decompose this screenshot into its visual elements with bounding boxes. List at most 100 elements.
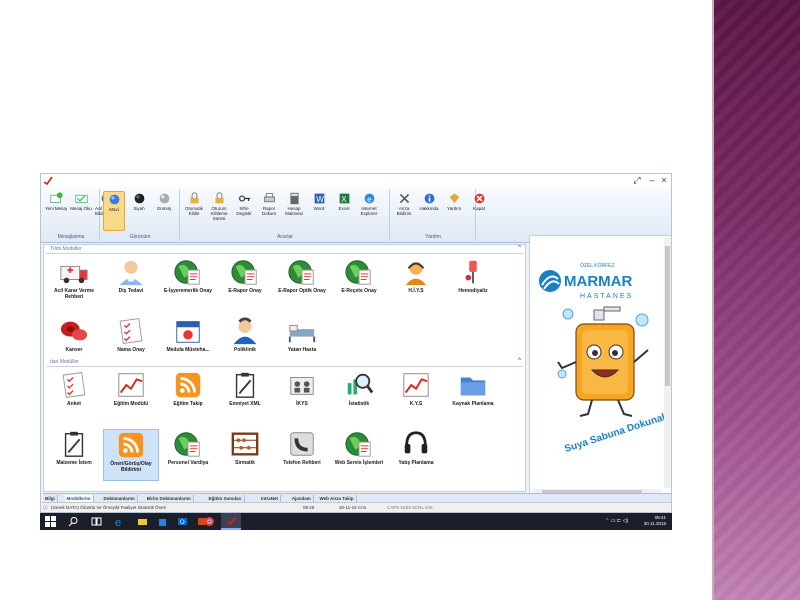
yeni-mesaj-button[interactable]: Yeni Mesaj (45, 191, 67, 231)
module-label: Diş Tedavi (118, 288, 144, 294)
module-sirmatik[interactable]: Sirmatik (217, 429, 273, 481)
rapor-dokum-button[interactable]: Rapor Dokum (258, 191, 280, 231)
ribbon-button-label: Arıza Bildirim (396, 206, 412, 216)
taskbar-active-app[interactable] (221, 513, 241, 530)
oturum-kilitleme-suresi-button[interactable]: Oturum Kilitleme Süresi (208, 191, 230, 231)
mavi-button[interactable]: Mavi (103, 191, 125, 231)
word-button[interactable]: W Word (308, 191, 330, 231)
collapse-section-button[interactable]: ^ (518, 358, 521, 364)
module-acil-karar-verme-rehberi[interactable]: Acil Karar Verme Rehberi (46, 257, 102, 309)
module-yatis-planlama[interactable]: Yatış Planlama (388, 429, 444, 481)
tooth-doctor-icon (119, 260, 143, 286)
module-label: Anket (67, 401, 81, 407)
module-label: Acil Karar Verme Rehberi (53, 288, 95, 300)
gumus-button[interactable]: Gümüş (153, 191, 175, 231)
module-anket[interactable]: Anket (46, 370, 102, 422)
restore-button[interactable]: ⤢ (631, 175, 643, 186)
lock-timeout-icon (214, 192, 224, 204)
module-label: İKYS (296, 401, 308, 407)
system-tray[interactable]: ⌃ ▭ ⊏ ◁) (605, 518, 628, 524)
ribbon-button-label: Oturum Kilitleme Süresi (210, 206, 228, 221)
headset-user-icon (405, 261, 427, 286)
module-oneri-gorus-olay-bildirimi[interactable]: Öneri/Görüş/Olay Bildirimi (103, 429, 159, 481)
module-istatistik[interactable]: İstatistik (331, 370, 387, 422)
read-message-icon (74, 194, 88, 203)
scrollbar-thumb[interactable] (665, 246, 670, 386)
file-explorer-icon[interactable] (137, 516, 148, 527)
tab-dokumanlarim[interactable]: Dokümanlarım (102, 495, 138, 502)
module-emniyet-xml[interactable]: Emniyet XML (217, 370, 273, 422)
line-chart-icon (118, 373, 144, 397)
module-telefon-rehberi[interactable]: Telefon Rehberi (274, 429, 330, 481)
tab-web-ariza-takip[interactable]: Web Arıza Takip (318, 495, 357, 502)
module-ikys[interactable]: İKYS (274, 370, 330, 422)
siyah-button[interactable]: Siyah (128, 191, 150, 231)
ribbon-button-label: Mesaj Oku (70, 206, 92, 211)
module-hemodiyaliz[interactable]: Hemodiyaliz (445, 257, 501, 309)
taskbar-clock[interactable]: 08:41 30.11.2015 (644, 515, 666, 527)
ariza-bildirim-button[interactable]: Arıza Bildirim (393, 191, 415, 231)
collapse-section-button[interactable]: ^ (518, 245, 521, 251)
globe-document-icon (288, 260, 314, 285)
sifre-degistir-button[interactable]: Sifre Degistir (233, 191, 255, 231)
store-icon[interactable] (157, 516, 168, 527)
module-label: Malzeme İstem (56, 460, 92, 466)
module-malzeme-istem[interactable]: Malzeme İstem (46, 429, 102, 481)
task-view-icon[interactable] (91, 516, 102, 527)
ribbon-group-label: Görünüm (129, 234, 151, 240)
module-label: Emniyet XML (229, 401, 261, 407)
module-e-isyeremerlik-onay[interactable]: E-İşyeremerlik Onay (160, 257, 216, 309)
module-e-recete-onay[interactable]: E-Reçete Onay (331, 257, 387, 309)
about-icon (424, 193, 434, 204)
hakkinda-button[interactable]: Hakkında (418, 191, 440, 231)
status-bar: ⓘ (Gerek DATA) Ölceklü Ve Ömeyild Faaliy… (41, 502, 671, 512)
search-icon[interactable] (68, 516, 79, 527)
module-label: Eğitim Takip (173, 401, 203, 407)
module-personel-vardiya[interactable]: Personel Vardiya (160, 429, 216, 481)
module-dis-tedavi[interactable]: Diş Tedavi (103, 257, 159, 309)
module-egitim-takip[interactable]: Eğitim Takip (160, 370, 216, 422)
kapat-button[interactable]: Kapat (468, 191, 490, 231)
module-label: H.İ.Y.S (408, 288, 424, 294)
outlook-icon[interactable]: O (177, 516, 188, 527)
soap-mascot-icon (557, 306, 649, 417)
edge-browser-icon[interactable]: e (114, 516, 125, 527)
ribbon-button-label: Mavi (109, 207, 119, 212)
module-label: Personel Vardiya (167, 460, 209, 466)
clock-date: 30.11.2015 (643, 521, 666, 526)
module-label: Kanser (65, 347, 83, 353)
yardim-button[interactable]: Yardım (443, 191, 465, 231)
rss-icon (175, 372, 201, 398)
tab-bilgi[interactable]: Bilgi (43, 495, 58, 502)
module-e-rapor-onay[interactable]: E-Rapor Onay (217, 257, 273, 309)
tab-modullerim[interactable]: Modüllerim (64, 495, 94, 502)
module-egitim-modulu[interactable]: Eğitim Modülü (103, 370, 159, 422)
module-e-rapor-optik-onay[interactable]: E-Rapor Optik Onay (274, 257, 330, 309)
windows-start-icon[interactable] (45, 516, 56, 527)
mesaj-oku-button[interactable]: Mesaj Oku (70, 191, 92, 231)
chrome-icon[interactable] (204, 516, 215, 527)
module-web-servis-islemleri[interactable]: Web Servis İşlemleri (331, 429, 387, 481)
otomatik-kilitle-button[interactable]: Otomatik Kilitle (183, 191, 205, 231)
tab-egitim-sunulari[interactable]: Eğitim Sunuları (207, 495, 245, 502)
clipboard-icon (235, 372, 255, 398)
close-window-button[interactable]: × (658, 175, 670, 185)
hesap-makinesi-button[interactable]: Hesap Makinesi (283, 191, 305, 231)
ribbon-button-label: Siyah (133, 206, 145, 211)
tab-ajandam[interactable]: Ajandam (290, 495, 314, 502)
minimize-button[interactable]: – (646, 175, 658, 185)
new-message-icon (49, 192, 63, 203)
module-k-y-s[interactable]: K.Y.S (388, 370, 444, 422)
tab-intranet[interactable]: IntraNet (259, 495, 282, 502)
ribbon-button-label: Otomatik Kilitle (184, 206, 203, 216)
module-h-i-y-s[interactable]: H.İ.Y.S (388, 257, 444, 309)
tab-birim-dokumanlarim[interactable]: Birim Dokümanlarım (145, 495, 194, 502)
ribbon-button-label: Word (313, 206, 325, 211)
excel-button[interactable]: X Excel (333, 191, 355, 231)
module-label: Eğitim Modülü (113, 401, 149, 407)
internet-explorer-button[interactable]: e Internet Explorer (358, 191, 380, 231)
ribbon-button-label: Excel (338, 206, 350, 211)
slide-decor-texture (714, 0, 800, 600)
module-kaynak-planlama[interactable]: Kaynak Planlama (445, 370, 501, 422)
banner-vertical-scrollbar[interactable] (664, 238, 671, 488)
